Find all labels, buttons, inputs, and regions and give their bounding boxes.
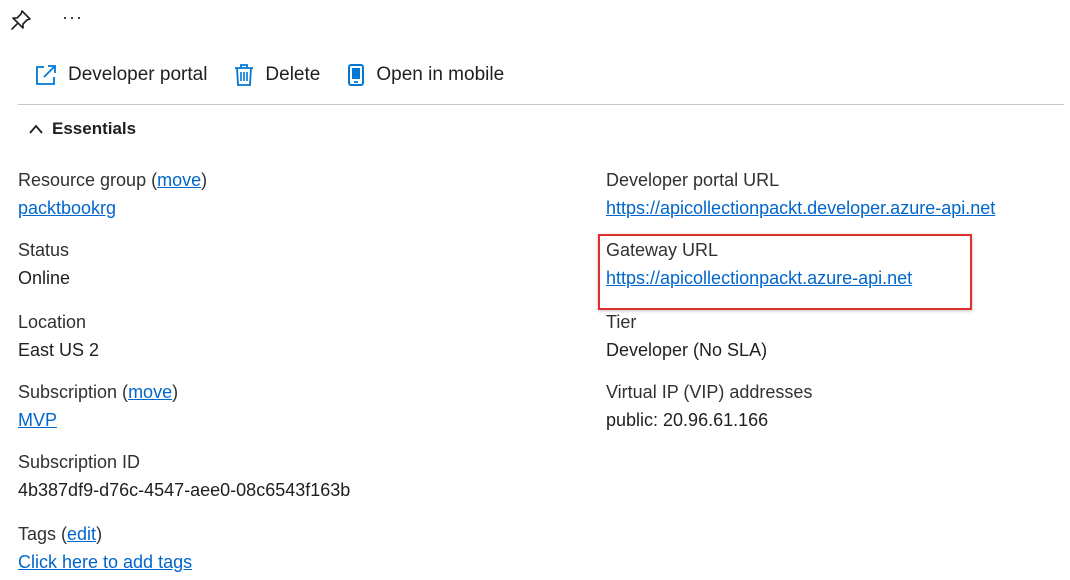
command-bar-divider bbox=[18, 104, 1064, 105]
subscription-id-value: 4b387df9-d76c-4547-aee0-08c6543f163b bbox=[18, 480, 351, 500]
resource-group-property: Resource group (move) packtbookrg bbox=[18, 166, 207, 222]
status-label: Status bbox=[18, 240, 70, 260]
tags-property: Tags (edit) Click here to add tags bbox=[18, 520, 192, 576]
developer-portal-url-link[interactable]: https://apicollectionpackt.developer.azu… bbox=[606, 198, 995, 218]
subscription-move-link[interactable]: move bbox=[128, 382, 172, 402]
chevron-up-icon bbox=[28, 123, 44, 135]
pin-icon[interactable] bbox=[10, 9, 32, 31]
external-link-icon bbox=[34, 63, 58, 87]
status-value: Online bbox=[18, 268, 71, 288]
subscription-property: Subscription (move) MVP bbox=[18, 378, 178, 434]
developer-portal-button[interactable]: Developer portal bbox=[34, 63, 207, 87]
developer-portal-url-property: Developer portal URL https://apicollecti… bbox=[606, 166, 995, 222]
open-in-mobile-label: Open in mobile bbox=[376, 64, 505, 85]
tier-property: Tier Developer (No SLA) bbox=[606, 308, 767, 364]
tags-label: Tags (edit) bbox=[18, 524, 103, 544]
status-property: Status Online bbox=[18, 236, 70, 292]
location-property: Location East US 2 bbox=[18, 308, 99, 364]
location-value: East US 2 bbox=[18, 340, 100, 360]
gateway-url-highlight bbox=[598, 234, 972, 310]
tier-label: Tier bbox=[606, 312, 637, 332]
subscription-value-link[interactable]: MVP bbox=[18, 410, 57, 430]
resource-group-move-link[interactable]: move bbox=[157, 170, 201, 190]
more-options-icon[interactable]: ··· bbox=[62, 8, 83, 26]
vip-label: Virtual IP (VIP) addresses bbox=[606, 382, 813, 402]
subscription-label: Subscription (move) bbox=[18, 382, 179, 402]
vip-value: public: 20.96.61.166 bbox=[606, 410, 769, 430]
developer-portal-label: Developer portal bbox=[68, 64, 208, 85]
essentials-title: Essentials bbox=[52, 119, 137, 138]
command-bar: Developer portal Delete Open in mobile bbox=[34, 60, 530, 90]
top-icon-row: ··· bbox=[10, 8, 83, 32]
open-in-mobile-button[interactable]: Open in mobile bbox=[346, 63, 504, 87]
add-tags-link[interactable]: Click here to add tags bbox=[18, 552, 192, 572]
mobile-phone-icon bbox=[346, 63, 366, 87]
resource-group-label: Resource group (move) bbox=[18, 170, 208, 190]
essentials-toggle[interactable]: Essentials bbox=[28, 116, 136, 142]
delete-label: Delete bbox=[265, 64, 321, 85]
resource-group-value-link[interactable]: packtbookrg bbox=[18, 198, 116, 218]
tags-edit-link[interactable]: edit bbox=[67, 524, 96, 544]
trash-icon bbox=[233, 63, 255, 87]
delete-button[interactable]: Delete bbox=[233, 63, 320, 87]
developer-portal-url-label: Developer portal URL bbox=[606, 170, 780, 190]
vip-property: Virtual IP (VIP) addresses public: 20.96… bbox=[606, 378, 812, 434]
tier-value: Developer (No SLA) bbox=[606, 340, 768, 360]
location-label: Location bbox=[18, 312, 87, 332]
subscription-id-label: Subscription ID bbox=[18, 452, 141, 472]
subscription-id-property: Subscription ID 4b387df9-d76c-4547-aee0-… bbox=[18, 448, 350, 504]
